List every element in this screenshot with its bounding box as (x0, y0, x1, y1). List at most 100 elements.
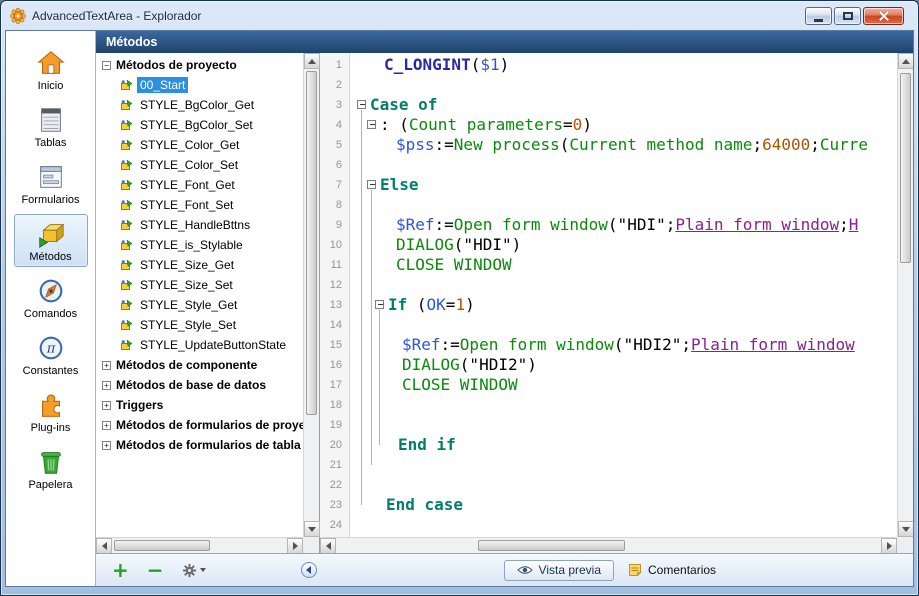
collapse-box-icon[interactable]: − (102, 61, 111, 70)
scrollbar-corner (897, 537, 913, 553)
options-menu-button[interactable] (182, 563, 206, 578)
tree-item[interactable]: STYLE_is_Stylable (96, 235, 303, 255)
comments-button[interactable]: Comentarios (628, 563, 716, 577)
tree-group[interactable]: +Métodos de componente (96, 355, 303, 375)
scroll-left-button[interactable] (320, 538, 336, 554)
code-line[interactable]: End if (356, 435, 897, 455)
add-method-button[interactable]: + (112, 560, 129, 580)
preview-toggle-button[interactable]: Vista previa (504, 560, 614, 581)
expand-box-icon[interactable]: + (102, 361, 111, 370)
code-token: End if (398, 435, 456, 454)
code-line[interactable] (356, 415, 897, 435)
editor-vertical-scrollbar[interactable] (897, 53, 913, 537)
expand-box-icon[interactable]: + (102, 401, 111, 410)
scroll-thumb[interactable] (114, 540, 210, 551)
code-line[interactable] (356, 515, 897, 535)
code-line[interactable] (356, 535, 897, 537)
code-line[interactable]: $pss:=New process(Current method name;64… (356, 135, 897, 155)
tree-group[interactable]: +Métodos de base de datos (96, 375, 303, 395)
maximize-button[interactable] (834, 7, 861, 25)
code-line[interactable] (356, 475, 897, 495)
code-line[interactable]: CLOSE WINDOW (356, 255, 897, 275)
scroll-down-button[interactable] (898, 521, 914, 537)
delete-method-button[interactable]: − (147, 560, 164, 580)
code-line[interactable] (356, 195, 897, 215)
svg-text:π: π (45, 341, 55, 356)
code-area[interactable]: C_LONGINT($1) Case of: (Count parameters=… (350, 53, 897, 537)
code-line[interactable]: $Ref:=Open form window("HDI2";Plain form… (356, 335, 897, 355)
scroll-track[interactable] (898, 69, 913, 521)
code-line[interactable]: Case of (356, 95, 897, 115)
tree-item[interactable]: STYLE_Font_Get (96, 175, 303, 195)
expand-box-icon[interactable]: + (102, 381, 111, 390)
code-line[interactable]: If (OK=1) (356, 295, 897, 315)
code-line[interactable] (356, 395, 897, 415)
code-line[interactable]: DIALOG("HDI2") (356, 355, 897, 375)
tree-item[interactable]: STYLE_Color_Set (96, 155, 303, 175)
code-line[interactable]: : (Count parameters=0) (356, 115, 897, 135)
scroll-up-button[interactable] (304, 53, 320, 69)
sidebar-item-comandos[interactable]: Comandos (14, 271, 88, 324)
code-line[interactable] (356, 315, 897, 335)
fold-minus-icon[interactable] (367, 180, 376, 189)
tree-item[interactable]: STYLE_UpdateButtonState (96, 335, 303, 355)
fold-minus-icon[interactable] (357, 100, 366, 109)
sidebar-item-constantes[interactable]: π Constantes (14, 328, 88, 381)
editor-horizontal-scrollbar[interactable] (320, 537, 897, 553)
sidebar-item-metodos[interactable]: Métodos (14, 214, 88, 267)
minimize-button[interactable] (805, 7, 832, 25)
title-bar[interactable]: AdvancedTextArea - Explorador (1, 1, 918, 30)
tree-group[interactable]: −Métodos de proyecto (96, 55, 303, 75)
fold-minus-icon[interactable] (375, 300, 384, 309)
code-line[interactable] (356, 275, 897, 295)
constants-icon: π (36, 333, 66, 363)
expand-box-icon[interactable]: + (102, 421, 111, 430)
scroll-thumb[interactable] (900, 73, 911, 263)
code-line[interactable]: $Ref:=Open form window("HDI";Plain form … (356, 215, 897, 235)
tree-item[interactable]: 00_Start (96, 75, 303, 95)
scroll-track[interactable] (304, 69, 319, 521)
tree-group[interactable]: +Métodos de formularios de proyecto (96, 415, 303, 435)
scroll-up-button[interactable] (898, 53, 914, 69)
tree-item[interactable]: STYLE_Color_Get (96, 135, 303, 155)
tree-vertical-scrollbar[interactable] (303, 53, 319, 537)
sidebar-item-plugins[interactable]: Plug-ins (14, 385, 88, 438)
tree-group[interactable]: +Métodos de formularios de tabla (96, 435, 303, 455)
code-line[interactable]: C_LONGINT($1) (356, 55, 897, 75)
sidebar-item-papelera[interactable]: Papelera (14, 442, 88, 495)
code-line[interactable] (356, 155, 897, 175)
tree-item[interactable]: STYLE_BgColor_Get (96, 95, 303, 115)
code-token: ( (407, 295, 426, 314)
scroll-right-button[interactable] (287, 538, 303, 554)
scroll-thumb[interactable] (306, 71, 317, 415)
code-line[interactable]: CLOSE WINDOW (356, 375, 897, 395)
code-line[interactable] (356, 455, 897, 475)
tree-item[interactable]: STYLE_Size_Get (96, 255, 303, 275)
scroll-left-button[interactable] (96, 538, 112, 554)
expand-box-icon[interactable]: + (102, 441, 111, 450)
tree-item[interactable]: STYLE_BgColor_Set (96, 115, 303, 135)
scroll-right-button[interactable] (881, 538, 897, 554)
code-token: Current method name (569, 135, 752, 154)
code-line[interactable]: End case (356, 495, 897, 515)
tree-item[interactable]: STYLE_Style_Set (96, 315, 303, 335)
scroll-track[interactable] (336, 538, 881, 553)
tree-group[interactable]: +Triggers (96, 395, 303, 415)
fold-minus-icon[interactable] (367, 120, 376, 129)
close-button[interactable] (863, 7, 904, 25)
scroll-down-button[interactable] (304, 521, 320, 537)
tree-item[interactable]: STYLE_Font_Set (96, 195, 303, 215)
code-line[interactable] (356, 75, 897, 95)
sidebar-item-formularios[interactable]: Formularios (14, 157, 88, 210)
scroll-track[interactable] (112, 538, 287, 553)
code-line[interactable]: Else (356, 175, 897, 195)
tree-item[interactable]: STYLE_Style_Get (96, 295, 303, 315)
tree-item[interactable]: STYLE_Size_Set (96, 275, 303, 295)
tree-horizontal-scrollbar[interactable] (96, 537, 303, 553)
collapse-panel-button[interactable] (301, 562, 317, 578)
tree-item[interactable]: STYLE_HandleBttns (96, 215, 303, 235)
sidebar-item-inicio[interactable]: Inicio (14, 43, 88, 96)
scroll-thumb[interactable] (478, 540, 625, 551)
sidebar-item-tablas[interactable]: Tablas (14, 100, 88, 153)
code-line[interactable]: DIALOG("HDI") (356, 235, 897, 255)
